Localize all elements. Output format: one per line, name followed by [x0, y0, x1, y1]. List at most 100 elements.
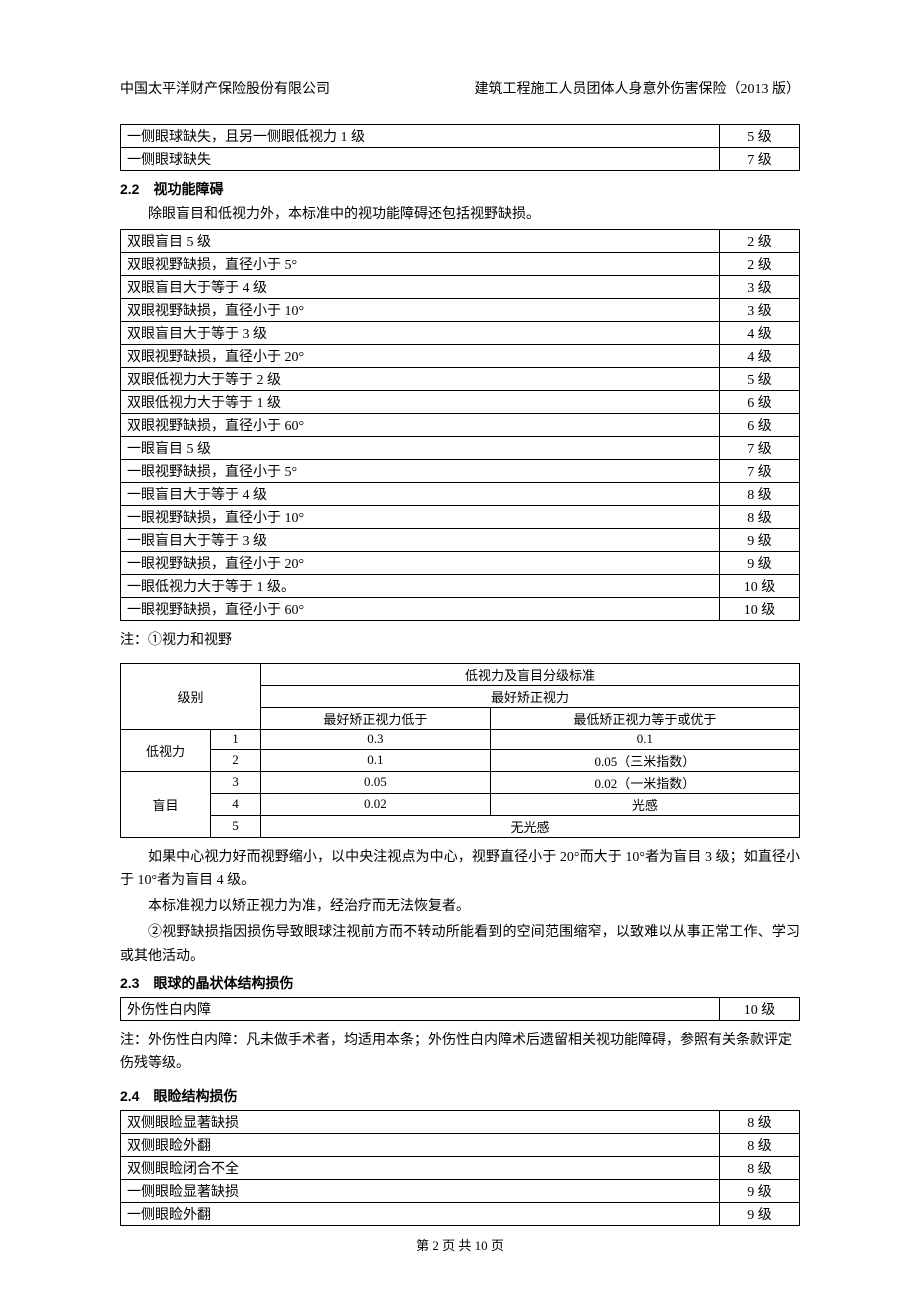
cell-level: 7 级 — [720, 436, 800, 459]
cell-level: 3 级 — [720, 298, 800, 321]
cell-level: 4 级 — [720, 344, 800, 367]
table-row: 一侧眼睑显著缺损9 级 — [121, 1180, 800, 1203]
table-row: 一眼视野缺损，直径小于 5°7 级 — [121, 459, 800, 482]
cell-desc: 双侧眼睑外翻 — [121, 1134, 720, 1157]
cell-desc: 一眼视野缺损，直径小于 10° — [121, 505, 720, 528]
section-2-3-note: 注：外伤性白内障：凡未做手术者，均适用本条；外伤性白内障术后遗留相关视功能障碍，… — [120, 1029, 800, 1077]
sub-th-below: 最好矫正视力低于 — [261, 707, 491, 729]
table-row: 双眼盲目 5 级2 级 — [121, 229, 800, 252]
table-2-2: 双眼盲目 5 级2 级双眼视野缺损，直径小于 5°2 级双眼盲目大于等于 4 级… — [120, 229, 800, 621]
cell-level: 8 级 — [720, 505, 800, 528]
sub-cat-low: 低视力 — [121, 729, 211, 771]
cell-level: 3 级 — [720, 275, 800, 298]
sub-atleast: 0.1 — [490, 729, 799, 749]
cell-level: 8 级 — [720, 1111, 800, 1134]
sub-th-level: 级别 — [121, 663, 261, 729]
table-row: 一眼盲目大于等于 4 级8 级 — [121, 482, 800, 505]
cell-level: 4 级 — [720, 321, 800, 344]
cell-level: 8 级 — [720, 1134, 800, 1157]
para-2: 本标准视力以矫正视力为准，经治疗而无法恢复者。 — [120, 895, 800, 919]
section-2-3-title: 2.3 眼球的晶状体结构损伤 — [120, 973, 800, 993]
table-row: 双侧眼睑外翻8 级 — [121, 1134, 800, 1157]
table-row: 双眼低视力大于等于 1 级6 级 — [121, 390, 800, 413]
section-2-4-title: 2.4 眼睑结构损伤 — [120, 1086, 800, 1106]
cell-desc: 一侧眼睑显著缺损 — [121, 1180, 720, 1203]
page-header: 中国太平洋财产保险股份有限公司 建筑工程施工人员团体人身意外伤害保险（2013 … — [120, 78, 800, 98]
table-row: 一侧眼球缺失 7 级 — [121, 148, 800, 171]
table-row: 一眼低视力大于等于 1 级。10 级 — [121, 574, 800, 597]
sub-n: 4 — [211, 793, 261, 815]
table-row: 一眼视野缺损，直径小于 10°8 级 — [121, 505, 800, 528]
sub-n: 5 — [211, 815, 261, 837]
cell-level: 7 级 — [720, 148, 800, 171]
cell-level: 8 级 — [720, 1157, 800, 1180]
cell-level: 6 级 — [720, 413, 800, 436]
sub-atleast: 0.05（三米指数） — [490, 749, 799, 771]
cell-desc: 一侧眼球缺失，且另一侧眼低视力 1 级 — [121, 125, 720, 148]
table-row: 双侧眼睑显著缺损8 级 — [121, 1111, 800, 1134]
para-1: 如果中心视力好而视野缩小，以中央注视点为中心，视野直径小于 20°而大于 10°… — [120, 846, 800, 894]
sub-th-standard: 低视力及盲目分级标准 — [261, 663, 800, 685]
section-2-2-intro: 除眼盲目和低视力外，本标准中的视功能障碍还包括视野缺损。 — [120, 203, 800, 227]
sub-below: 0.1 — [261, 749, 491, 771]
cell-level: 6 级 — [720, 390, 800, 413]
table-row: 双眼低视力大于等于 2 级5 级 — [121, 367, 800, 390]
cell-level: 2 级 — [720, 229, 800, 252]
cell-desc: 一侧眼球缺失 — [121, 148, 720, 171]
cell-level: 10 级 — [720, 997, 800, 1020]
cell-level: 2 级 — [720, 252, 800, 275]
table-row: 双眼盲目大于等于 3 级4 级 — [121, 321, 800, 344]
cell-desc: 一眼视野缺损，直径小于 20° — [121, 551, 720, 574]
cell-desc: 双眼盲目大于等于 4 级 — [121, 275, 720, 298]
table-row: 双眼盲目大于等于 4 级3 级 — [121, 275, 800, 298]
section-2-2-title: 2.2 视功能障碍 — [120, 179, 800, 199]
sub-th-atleast: 最低矫正视力等于或优于 — [490, 707, 799, 729]
sub-n: 2 — [211, 749, 261, 771]
sub-below: 0.3 — [261, 729, 491, 749]
cell-desc: 双眼视野缺损，直径小于 10° — [121, 298, 720, 321]
sub-n: 1 — [211, 729, 261, 749]
cell-desc: 双眼视野缺损，直径小于 60° — [121, 413, 720, 436]
sub-nolight: 无光感 — [261, 815, 800, 837]
sub-th-best: 最好矫正视力 — [261, 685, 800, 707]
table-row: 一眼盲目大于等于 3 级9 级 — [121, 528, 800, 551]
table-row: 双眼视野缺损，直径小于 10°3 级 — [121, 298, 800, 321]
table-continued: 一侧眼球缺失，且另一侧眼低视力 1 级 5 级 一侧眼球缺失 7 级 — [120, 124, 800, 171]
note-1-label: 注：①视力和视野 — [120, 629, 800, 653]
cell-desc: 双眼低视力大于等于 2 级 — [121, 367, 720, 390]
cell-level: 9 级 — [720, 551, 800, 574]
cell-desc: 一眼盲目大于等于 3 级 — [121, 528, 720, 551]
table-row: 一眼视野缺损，直径小于 20°9 级 — [121, 551, 800, 574]
header-left: 中国太平洋财产保险股份有限公司 — [120, 78, 330, 98]
table-2-3: 外伤性白内障 10 级 — [120, 997, 800, 1021]
vision-standard-table: 级别 低视力及盲目分级标准 最好矫正视力 最好矫正视力低于 最低矫正视力等于或优… — [120, 663, 800, 838]
cell-desc: 双眼盲目 5 级 — [121, 229, 720, 252]
cell-desc: 一侧眼睑外翻 — [121, 1203, 720, 1226]
table-row: 一侧眼球缺失，且另一侧眼低视力 1 级 5 级 — [121, 125, 800, 148]
cell-level: 10 级 — [720, 574, 800, 597]
cell-desc: 一眼视野缺损，直径小于 60° — [121, 597, 720, 620]
table-row: 一眼盲目 5 级7 级 — [121, 436, 800, 459]
cell-desc: 双眼低视力大于等于 1 级 — [121, 390, 720, 413]
table-row: 双眼视野缺损，直径小于 5°2 级 — [121, 252, 800, 275]
table-row: 双侧眼睑闭合不全8 级 — [121, 1157, 800, 1180]
sub-n: 3 — [211, 771, 261, 793]
sub-cat-blind: 盲目 — [121, 771, 211, 837]
cell-level: 5 级 — [720, 367, 800, 390]
sub-atleast: 光感 — [490, 793, 799, 815]
table-row: 外伤性白内障 10 级 — [121, 997, 800, 1020]
table-row: 一眼视野缺损，直径小于 60°10 级 — [121, 597, 800, 620]
sub-below: 0.02 — [261, 793, 491, 815]
table-row: 一侧眼睑外翻9 级 — [121, 1203, 800, 1226]
cell-desc: 双眼视野缺损，直径小于 5° — [121, 252, 720, 275]
cell-level: 9 级 — [720, 1203, 800, 1226]
cell-desc: 一眼视野缺损，直径小于 5° — [121, 459, 720, 482]
cell-level: 5 级 — [720, 125, 800, 148]
para-3: ②视野缺损指因损伤导致眼球注视前方而不转动所能看到的空间范围缩窄，以致难以从事正… — [120, 921, 800, 969]
page-footer: 第 2 页 共 10 页 — [0, 1235, 920, 1254]
cell-level: 9 级 — [720, 528, 800, 551]
table-row: 双眼视野缺损，直径小于 60°6 级 — [121, 413, 800, 436]
cell-level: 10 级 — [720, 597, 800, 620]
cell-level: 8 级 — [720, 482, 800, 505]
header-right: 建筑工程施工人员团体人身意外伤害保险（2013 版） — [475, 78, 801, 98]
